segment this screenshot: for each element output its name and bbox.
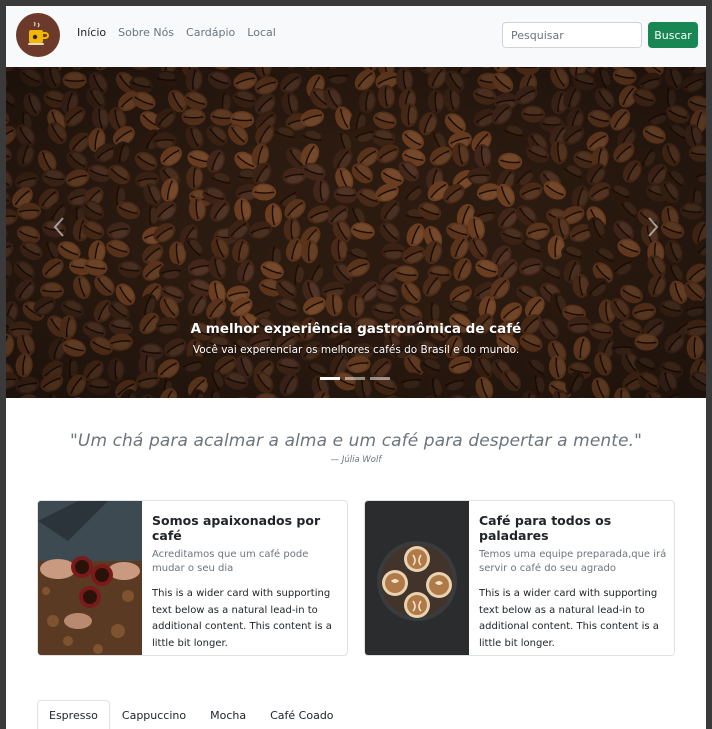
card-text: This is a wider card with supporting tex… [152, 588, 332, 649]
carousel-prev-button[interactable] [52, 215, 66, 244]
nav-link-inicio[interactable]: Início [77, 26, 106, 39]
chevron-left-icon [53, 217, 64, 237]
carousel-next-button[interactable] [646, 215, 660, 244]
tab-cappuccino[interactable]: Cappuccino [110, 700, 198, 729]
carousel-indicators [320, 377, 390, 380]
navbar: Início Sobre Nós Cardápio Local Buscar [6, 4, 706, 67]
card-title: Somos apaixonados por café [152, 513, 321, 543]
menu-tabs: Espresso Cappuccino Mocha Café Coado [37, 700, 346, 729]
carousel-indicator-1[interactable] [320, 377, 340, 380]
quote-text: "Um chá para acalmar a alma e um café pa… [69, 431, 643, 451]
card-image-hands-coffee [38, 501, 142, 655]
hero-carousel: A melhor experiência gastronômica de caf… [6, 67, 706, 398]
nav-link-local[interactable]: Local [247, 26, 276, 39]
card-subtitle: Acreditamos que um café pode mudar o seu… [152, 549, 309, 574]
search-button[interactable]: Buscar [648, 22, 698, 48]
quote-author-dash: — [330, 455, 340, 465]
card-subtitle: Temos uma equipe preparada,que irá servi… [479, 549, 667, 574]
carousel-caption-text: Você vai experenciar os melhores cafés d… [192, 344, 520, 356]
card-image-latte-art [365, 501, 469, 655]
tab-mocha[interactable]: Mocha [198, 700, 258, 729]
card-body: Somos apaixonados por café Acreditamos q… [152, 513, 340, 652]
coffee-cup-logo-icon[interactable] [16, 13, 60, 57]
chevron-right-icon [648, 217, 659, 237]
quote-author-name: Júlia Wolf [341, 455, 382, 465]
card-title: Café para todos os paladares [479, 513, 612, 543]
carousel-indicator-2[interactable] [345, 377, 365, 380]
carousel-indicator-3[interactable] [370, 377, 390, 380]
tab-cafe-coado[interactable]: Café Coado [258, 700, 345, 729]
nav-link-cardapio[interactable]: Cardápio [186, 26, 235, 39]
carousel-caption-title: A melhor experiência gastronômica de caf… [190, 321, 522, 337]
coffee-cup-icon [28, 22, 49, 45]
quote-block: "Um chá para acalmar a alma e um café pa… [6, 431, 706, 465]
tab-espresso[interactable]: Espresso [37, 700, 110, 729]
search-input[interactable] [502, 22, 642, 48]
nav-link-sobre-nos[interactable]: Sobre Nós [118, 26, 174, 39]
card-apaixonados: Somos apaixonados por café Acreditamos q… [37, 500, 348, 656]
card-paladares: Café para todos os paladares Temos uma e… [364, 500, 675, 656]
card-text: This is a wider card with supporting tex… [479, 588, 659, 649]
quote-author: — Júlia Wolf [6, 455, 706, 465]
carousel-caption: A melhor experiência gastronômica de caf… [6, 321, 706, 356]
card-body: Café para todos os paladares Temos uma e… [479, 513, 667, 652]
nav-links: Início Sobre Nós Cardápio Local [77, 26, 276, 39]
